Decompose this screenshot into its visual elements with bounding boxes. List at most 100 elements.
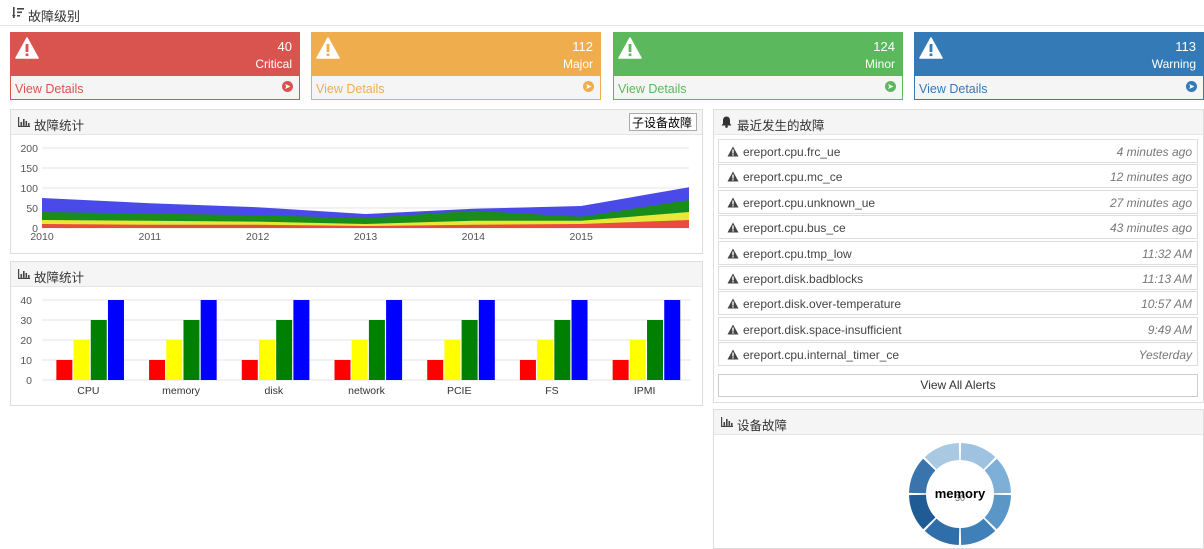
bar	[351, 340, 368, 380]
warning-icon	[727, 273, 739, 284]
warning-icon	[727, 298, 739, 309]
panel-header: 设备故障	[714, 410, 1203, 435]
bar	[276, 320, 293, 380]
bar	[166, 340, 183, 380]
fault-stats-bar-panel: 故障统计 0 10 20 30 40 CPU memory disk network PCIE FS…	[10, 261, 703, 406]
x-tick-label: 2010	[30, 231, 54, 243]
severity-card-warning: 113 Warning View Details ➤	[914, 32, 1204, 100]
alert-time: 11:13 AM	[1141, 271, 1192, 286]
warning-icon	[618, 37, 642, 59]
bar	[56, 360, 73, 380]
x-tick-label: 2015	[569, 231, 593, 243]
alert-name: ereport.disk.badblocks	[743, 271, 864, 286]
alert-item[interactable]: ereport.disk.over-temperature 10:57 AM	[718, 291, 1198, 316]
warning-icon	[727, 248, 739, 259]
bar-chart-icon	[18, 269, 30, 279]
arrow-circle-right-icon: ➤	[885, 81, 896, 92]
y-tick-label: 0	[26, 375, 32, 387]
y-tick-label: 50	[26, 203, 38, 215]
bar	[519, 360, 536, 380]
card-header: 40 Critical	[11, 33, 299, 76]
alert-item[interactable]: ereport.cpu.mc_ce 12 minutes ago	[718, 164, 1198, 189]
view-all-alerts-button[interactable]: View All Alerts	[718, 374, 1198, 397]
bar	[664, 300, 681, 380]
card-header: 113 Warning	[915, 33, 1203, 76]
x-tick-label: PCIE	[447, 385, 472, 397]
view-details-link[interactable]: View Details ➤	[614, 76, 902, 99]
alert-item[interactable]: ereport.disk.badblocks 11:13 AM	[718, 265, 1198, 290]
view-details-link[interactable]: View Details ➤	[915, 76, 1203, 99]
alert-item[interactable]: ereport.disk.space-insufficient 9:49 AM	[718, 316, 1198, 341]
alert-item[interactable]: ereport.cpu.frc_ue 4 minutes ago	[718, 139, 1198, 163]
panel-header: 故障统计	[11, 262, 702, 287]
panel-title: 最近发生的故障	[737, 119, 825, 133]
x-tick-label: 2013	[354, 231, 378, 243]
alert-time: 10:57 AM	[1141, 297, 1192, 312]
x-tick-label: FS	[545, 385, 558, 397]
bar	[612, 360, 629, 380]
bar	[90, 320, 107, 380]
card-level: Critical	[255, 57, 292, 71]
alert-time: 11:32 AM	[1141, 246, 1192, 261]
card-count: 113	[1175, 39, 1196, 54]
card-level: Warning	[1151, 57, 1196, 71]
warning-icon	[727, 197, 739, 208]
alert-name: ereport.cpu.internal_timer_ce	[743, 348, 900, 363]
severity-card-critical: 40 Critical View Details ➤	[10, 32, 300, 100]
x-tick-label: IPMI	[634, 385, 656, 397]
panel-title: 故障统计	[34, 271, 85, 285]
x-tick-label: 2011	[139, 231, 162, 243]
y-tick-label: 40	[20, 295, 32, 307]
alert-item[interactable]: ereport.cpu.tmp_low 11:32 AM	[718, 240, 1198, 265]
donut-chart: 30memory	[909, 443, 1011, 545]
severity-card-major: 112 Major View Details ➤	[311, 32, 601, 100]
bar	[368, 320, 385, 380]
device-faults-panel: 设备故障 30 memory	[713, 409, 1204, 549]
bar	[183, 320, 200, 380]
x-tick-label: 2014	[462, 231, 486, 243]
device-type-select[interactable]: 子设备故障	[629, 113, 697, 131]
panel-title: 故障统计	[34, 119, 85, 133]
y-tick-label: 100	[20, 183, 38, 195]
bell-icon	[721, 116, 732, 128]
warning-icon	[727, 146, 739, 157]
bar	[107, 300, 124, 380]
section-title: 故障级别	[28, 9, 81, 24]
view-details-label: View Details	[919, 82, 988, 96]
severity-card-minor: 124 Minor View Details ➤	[613, 32, 903, 100]
x-tick-label: disk	[264, 385, 283, 397]
view-details-label: View Details	[618, 82, 687, 96]
alert-time: 27 minutes ago	[1109, 195, 1192, 210]
alert-item[interactable]: ereport.cpu.internal_timer_ce Yesterday	[718, 342, 1198, 367]
alert-time: 43 minutes ago	[1109, 221, 1192, 236]
bar	[427, 360, 444, 380]
bar	[241, 360, 258, 380]
y-tick-label: 20	[20, 335, 32, 347]
warning-icon	[727, 171, 739, 182]
bar	[647, 320, 664, 380]
alert-item[interactable]: ereport.cpu.unknown_ue 27 minutes ago	[718, 189, 1198, 214]
alert-list: ereport.cpu.frc_ue 4 minutes ago ereport.c…	[718, 139, 1198, 368]
x-tick-label: 2012	[246, 231, 270, 243]
alert-item[interactable]: ereport.cpu.bus_ce 43 minutes ago	[718, 215, 1198, 240]
bar	[386, 300, 403, 380]
bar-chart: 0 10 20 30 40 CPU memory disk network PCIE FS IPMI	[20, 295, 691, 397]
bar	[258, 340, 275, 380]
card-level: Major	[562, 57, 593, 71]
view-details-link[interactable]: View Details ➤	[312, 76, 600, 99]
bar-chart-icon	[18, 117, 30, 127]
bar	[149, 360, 166, 380]
view-details-link[interactable]: View Details ➤	[11, 76, 299, 99]
x-tick-label: CPU	[77, 385, 99, 397]
card-header: 124 Minor	[614, 33, 902, 76]
warning-icon	[727, 349, 739, 360]
bar	[571, 300, 588, 380]
y-tick-label: 200	[20, 143, 38, 155]
y-tick-label: 30	[20, 315, 32, 327]
panel-title: 设备故障	[737, 419, 788, 433]
y-tick-label: 10	[20, 355, 32, 367]
bar	[73, 340, 90, 380]
warning-icon	[727, 324, 739, 335]
bar	[537, 340, 554, 380]
area-chart: 0501001502002010 2011 2012 2013 2014 2015	[20, 143, 689, 243]
